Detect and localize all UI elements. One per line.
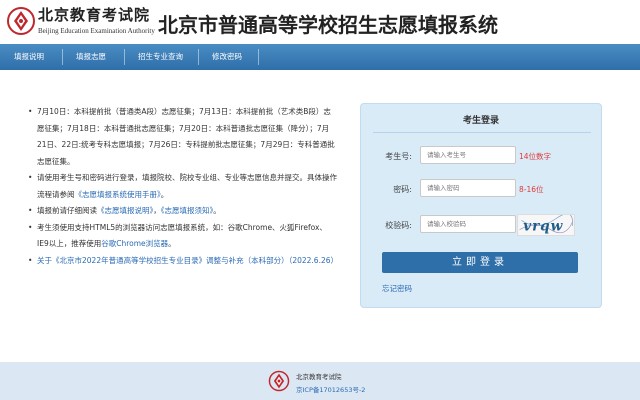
notice-text: ， [153,206,161,215]
notice-text: 考生须使用支持HTML5的浏览器访问志愿填报系统，如：谷歌Chrome、火狐Fi… [37,222,327,249]
examinee-number-label: 考生号: [385,152,412,161]
logo-chinese-name: 北京教育考试院 [38,6,151,24]
page-title: 北京市普通高等学校招生志愿填报系统 [158,13,498,37]
notice-text: 填报前请仔细阅读 [37,206,97,215]
notice-text: 。 [213,206,221,215]
nav-item-fill-guide[interactable]: 填报说明 [2,44,56,70]
fill-guide-link[interactable]: 《志愿填报说明》 [97,206,153,215]
nav-item-fill-application[interactable]: 填报志愿 [64,44,118,70]
nav-divider [62,49,63,65]
notice-list: 7月10日：本科提前批（普通类A段）志愿征集；7月13日：本科提前批（艺术类B段… [28,104,338,269]
login-title: 考生登录 [462,116,499,126]
notice-text: 。 [160,189,169,199]
password-hint: 8-16位 [519,185,544,194]
examinee-number-hint: 14位数字 [519,152,552,161]
notice-item-browser: 考生须使用支持HTML5的浏览器访问志愿填报系统，如：谷歌Chrome、火狐Fi… [28,220,338,253]
fill-notice-link[interactable]: 《志愿填报须知》 [161,206,214,215]
footer-logo-icon [268,370,290,392]
chrome-browser-link[interactable]: 谷歌Chrome浏览器 [101,239,168,248]
user-manual-link[interactable]: 《志愿填报系统使用手册》 [75,190,161,199]
login-button[interactable]: 立即登录 [382,252,578,273]
notice-text: 。 [168,239,176,248]
captcha-text: vrqw [523,218,563,234]
nav-item-major-query[interactable]: 招生专业查询 [126,44,195,70]
footer-organization-name: 北京教育考试院 [296,373,342,381]
nav-divider [258,49,259,65]
nav-divider [198,49,199,65]
beijing-exam-authority-logo-icon [7,7,35,35]
notice-text: 7月10日：本科提前批（普通类A段）志愿征集；7月13日：本科提前批（艺术类B段… [37,107,335,166]
notice-item-read-guides: 填报前请仔细阅读《志愿填报说明》，《志愿填报须知》。 [28,203,338,220]
notice-item-catalog-adjustment: 关于《北京市2022年普通高等学校招生专业目录》调整与补充（本科部分）（2022… [28,253,338,270]
password-input[interactable] [420,179,516,197]
header: 北京教育考试院 Beijing Education Examination Au… [0,0,640,44]
nav-divider [124,49,125,65]
forgot-password-link[interactable]: 忘记密码 [382,283,412,294]
captcha-label: 校验码: [385,221,412,230]
catalog-adjustment-link[interactable]: 关于《北京市2022年普通高等学校招生专业目录》调整与补充（本科部分）（2022… [37,256,338,265]
login-panel: 考生登录 [360,103,602,308]
footer: 北京教育考试院 京ICP备17012653号-2 [0,362,640,400]
password-label: 密码: [393,185,412,194]
captcha-input[interactable] [420,215,516,233]
login-divider [373,132,591,133]
footer-icp-link[interactable]: 京ICP备17012653号-2 [296,384,365,394]
examinee-number-input[interactable] [420,146,516,164]
notice-item-login-instructions: 请使用考生号和密码进行登录，填报院校、院校专业组、专业等志愿信息并提交。具体操作… [28,170,338,203]
notice-item-schedule: 7月10日：本科提前批（普通类A段）志愿征集；7月13日：本科提前批（艺术类B段… [28,104,338,170]
logo-english-name: Beijing Education Examination Authority [38,27,155,35]
captcha-image[interactable]: vrqw [517,214,575,236]
main-nav: 填报说明 填报志愿 招生专业查询 修改密码 [0,44,640,70]
nav-item-change-password[interactable]: 修改密码 [200,44,254,70]
